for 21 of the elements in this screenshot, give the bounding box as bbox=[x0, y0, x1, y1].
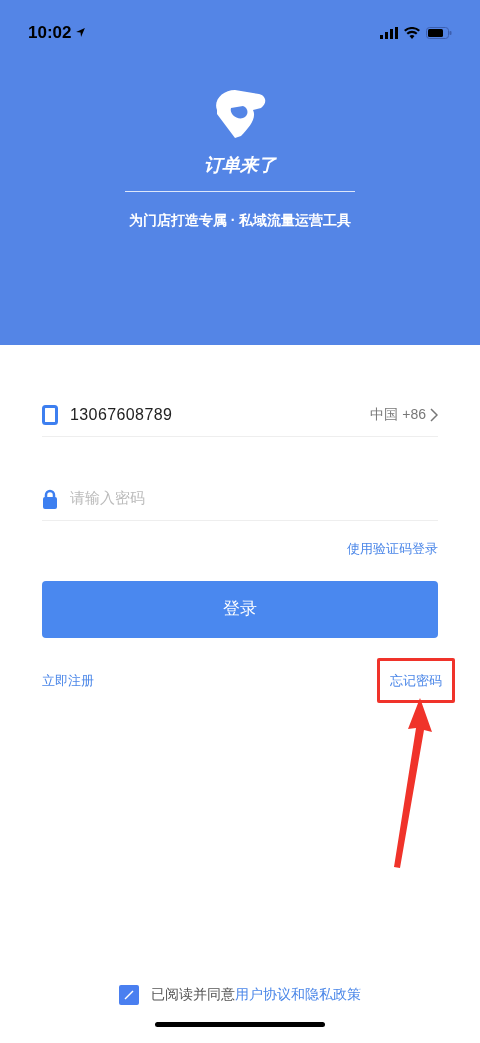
app-slogan: 为门店打造专属 · 私域流量运营工具 bbox=[128, 210, 352, 230]
phone-field[interactable]: 13067608789 bbox=[70, 402, 371, 427]
battery-icon bbox=[426, 26, 452, 39]
wifi-icon bbox=[404, 26, 420, 39]
app-name: 订单来了 bbox=[204, 153, 276, 177]
phone-icon bbox=[42, 404, 58, 425]
check-icon bbox=[123, 988, 135, 1001]
region-selector[interactable]: 中国 +86 bbox=[370, 404, 438, 425]
agreement-text: 已阅读并同意 bbox=[151, 986, 235, 1002]
status-time: 10:02 bbox=[28, 22, 72, 44]
chevron-right-icon bbox=[430, 407, 438, 422]
lock-icon bbox=[42, 488, 58, 509]
agreement-link[interactable]: 用户协议和隐私政策 bbox=[235, 986, 361, 1002]
login-button[interactable]: 登录 bbox=[42, 580, 438, 638]
password-field[interactable]: 请输入密码 bbox=[70, 487, 438, 510]
signal-icon bbox=[380, 26, 398, 39]
code-login-link[interactable]: 使用验证码登录 bbox=[347, 539, 438, 559]
register-link[interactable]: 立即注册 bbox=[42, 670, 94, 690]
location-icon bbox=[75, 27, 87, 39]
agreement-checkbox[interactable] bbox=[119, 984, 139, 1005]
forgot-password-link[interactable]: 忘记密码 bbox=[377, 657, 455, 703]
